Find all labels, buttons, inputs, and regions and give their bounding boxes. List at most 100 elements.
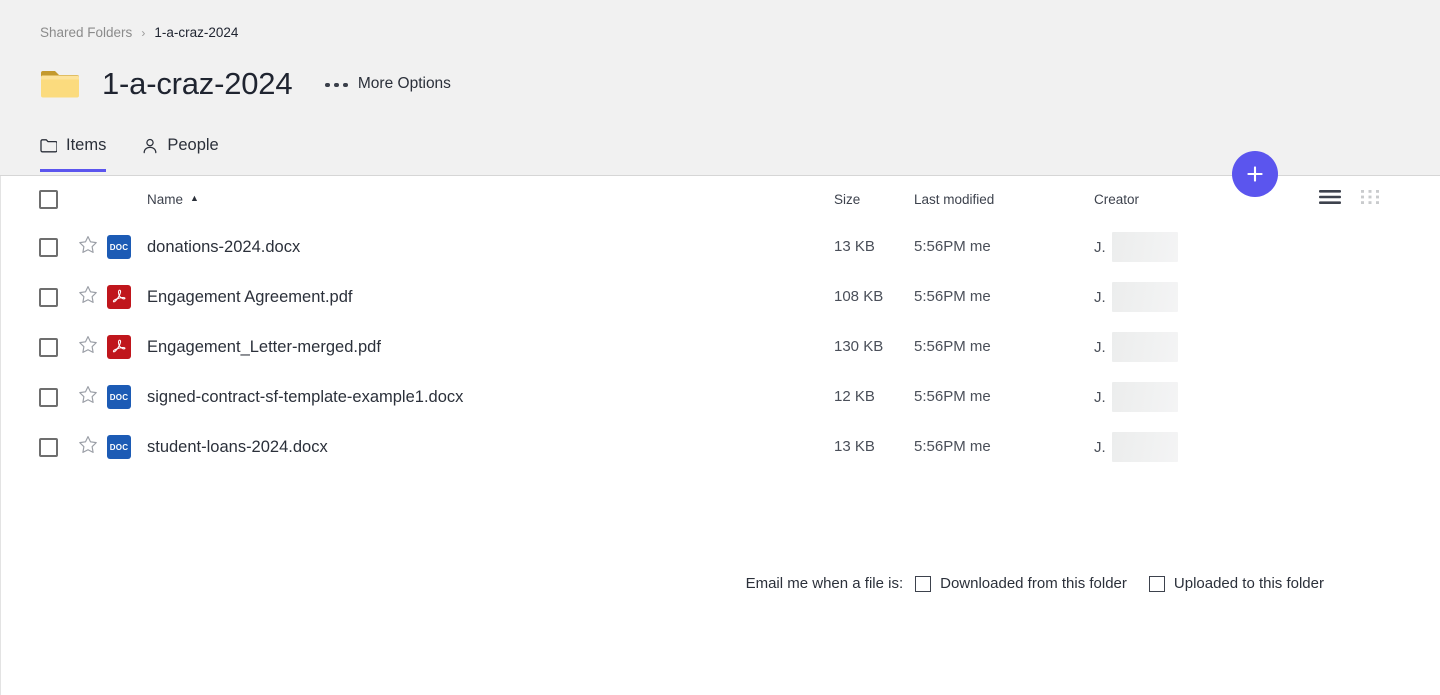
star-icon[interactable] xyxy=(78,435,98,460)
pdf-file-icon xyxy=(107,285,131,309)
page-header: Shared Folders › 1-a-craz-2024 1-a-craz-… xyxy=(0,0,1440,176)
row-size-cell: 13 KB xyxy=(834,438,914,456)
chevron-right-icon: › xyxy=(141,25,146,40)
doc-file-icon-label: DOC xyxy=(109,242,129,252)
row-checkbox[interactable] xyxy=(39,437,58,457)
creator-redacted-block xyxy=(1111,232,1178,262)
folder-icon xyxy=(40,68,80,100)
doc-file-icon: DOC xyxy=(107,435,131,459)
notify-upload-checkbox[interactable] xyxy=(1148,575,1165,592)
file-size: 130 KB xyxy=(834,338,884,355)
row-modified-cell: 5:56PM me xyxy=(914,288,1094,306)
column-header-creator-label: Creator xyxy=(1094,191,1140,207)
row-checkbox[interactable] xyxy=(39,287,58,307)
table-row[interactable]: Engagement Agreement.pdf 108 KB 5:56PM m… xyxy=(1,272,1440,322)
row-name-cell[interactable]: donations-2024.docx xyxy=(147,238,834,257)
creator-initial: J. xyxy=(1094,438,1106,456)
email-notification-settings: Email me when a file is: Downloaded from… xyxy=(1,575,1440,592)
row-select-cell xyxy=(1,337,69,357)
row-size-cell: 12 KB xyxy=(834,388,914,406)
star-icon[interactable] xyxy=(78,335,98,360)
notify-upload-option[interactable]: Uploaded to this folder xyxy=(1148,575,1324,592)
creator-initial: J. xyxy=(1094,338,1106,356)
file-last-modified: 5:56PM me xyxy=(914,338,991,355)
row-modified-cell: 5:56PM me xyxy=(914,238,1094,256)
file-size: 13 KB xyxy=(834,238,875,255)
select-all-checkbox[interactable] xyxy=(39,189,58,209)
more-options-label: More Options xyxy=(357,75,451,92)
tab-items[interactable]: Items xyxy=(40,136,107,172)
more-options-button[interactable]: More Options xyxy=(325,75,451,93)
breadcrumb-parent-link[interactable]: Shared Folders xyxy=(40,25,132,40)
row-name-cell[interactable]: student-loans-2024.docx xyxy=(147,438,834,457)
row-filetype-cell: DOC xyxy=(107,435,147,459)
row-size-cell: 108 KB xyxy=(834,288,914,306)
doc-file-icon: DOC xyxy=(107,385,131,409)
row-name-cell[interactable]: Engagement_Letter-merged.pdf xyxy=(147,338,834,357)
creator-initial: J. xyxy=(1094,238,1106,256)
row-filetype-cell xyxy=(107,285,147,309)
doc-file-icon-label: DOC xyxy=(109,392,129,402)
folder-title-row: 1-a-craz-2024 More Options xyxy=(40,66,451,102)
star-icon[interactable] xyxy=(78,385,98,410)
creator-redacted-block xyxy=(1111,282,1178,312)
file-last-modified: 5:56PM me xyxy=(914,388,991,405)
row-select-cell xyxy=(1,387,69,407)
row-filetype-cell: DOC xyxy=(107,385,147,409)
tab-items-label: Items xyxy=(66,136,107,154)
row-creator-cell: J. xyxy=(1094,282,1319,312)
file-name: Engagement_Letter-merged.pdf xyxy=(147,337,381,356)
row-checkbox[interactable] xyxy=(39,337,58,357)
row-creator-cell: J. xyxy=(1094,432,1319,462)
select-all-cell xyxy=(1,189,69,209)
row-creator-cell: J. xyxy=(1094,232,1319,262)
notify-download-label: Downloaded from this folder xyxy=(940,575,1127,592)
row-creator-cell: J. xyxy=(1094,332,1319,362)
pdf-file-icon xyxy=(107,335,131,359)
row-star-cell xyxy=(69,235,107,260)
table-row[interactable]: DOC donations-2024.docx 13 KB 5:56PM me … xyxy=(1,222,1440,272)
tab-people[interactable]: People xyxy=(142,136,219,172)
row-checkbox[interactable] xyxy=(39,237,58,257)
file-last-modified: 5:56PM me xyxy=(914,438,991,455)
file-browser-page: Shared Folders › 1-a-craz-2024 1-a-craz-… xyxy=(0,0,1440,695)
notify-download-checkbox[interactable] xyxy=(915,575,932,592)
notify-upload-label: Uploaded to this folder xyxy=(1173,575,1324,592)
row-size-cell: 130 KB xyxy=(834,338,914,356)
content-area: Name ▲ Size Last modified Creator DOC do… xyxy=(0,176,1440,695)
breadcrumb: Shared Folders › 1-a-craz-2024 xyxy=(40,25,238,40)
doc-file-icon-label: DOC xyxy=(109,442,129,452)
creator-redacted-block xyxy=(1111,382,1178,412)
creator-initial: J. xyxy=(1094,388,1106,406)
breadcrumb-current: 1-a-craz-2024 xyxy=(154,25,239,40)
add-item-button[interactable] xyxy=(1232,151,1278,197)
file-name: signed-contract-sf-template-example1.doc… xyxy=(147,387,464,406)
column-header-last-modified-label: Last modified xyxy=(914,191,995,207)
table-row[interactable]: DOC student-loans-2024.docx 13 KB 5:56PM… xyxy=(1,422,1440,472)
row-select-cell xyxy=(1,237,69,257)
column-header-name-label: Name xyxy=(147,191,184,207)
row-filetype-cell: DOC xyxy=(107,235,147,259)
row-creator-cell: J. xyxy=(1094,382,1319,412)
row-select-cell xyxy=(1,437,69,457)
row-name-cell[interactable]: Engagement Agreement.pdf xyxy=(147,288,834,307)
list-view-icon[interactable] xyxy=(1319,189,1341,210)
column-header-last-modified[interactable]: Last modified xyxy=(914,192,1094,207)
grid-view-icon[interactable] xyxy=(1361,189,1381,210)
row-star-cell xyxy=(69,285,107,310)
column-header-creator[interactable]: Creator xyxy=(1094,192,1319,207)
plus-icon xyxy=(1245,164,1265,184)
column-header-size-label: Size xyxy=(834,191,861,207)
column-header-name[interactable]: Name ▲ xyxy=(147,192,834,207)
row-name-cell[interactable]: signed-contract-sf-template-example1.doc… xyxy=(147,388,834,407)
table-row[interactable]: DOC signed-contract-sf-template-example1… xyxy=(1,372,1440,422)
tab-people-label: People xyxy=(167,136,219,154)
tab-bar: Items People xyxy=(40,136,219,172)
table-row[interactable]: Engagement_Letter-merged.pdf 130 KB 5:56… xyxy=(1,322,1440,372)
star-icon[interactable] xyxy=(78,285,98,310)
file-name: student-loans-2024.docx xyxy=(147,437,328,456)
star-icon[interactable] xyxy=(78,235,98,260)
column-header-size[interactable]: Size xyxy=(834,192,914,207)
row-checkbox[interactable] xyxy=(39,387,58,407)
notify-download-option[interactable]: Downloaded from this folder xyxy=(915,575,1127,592)
